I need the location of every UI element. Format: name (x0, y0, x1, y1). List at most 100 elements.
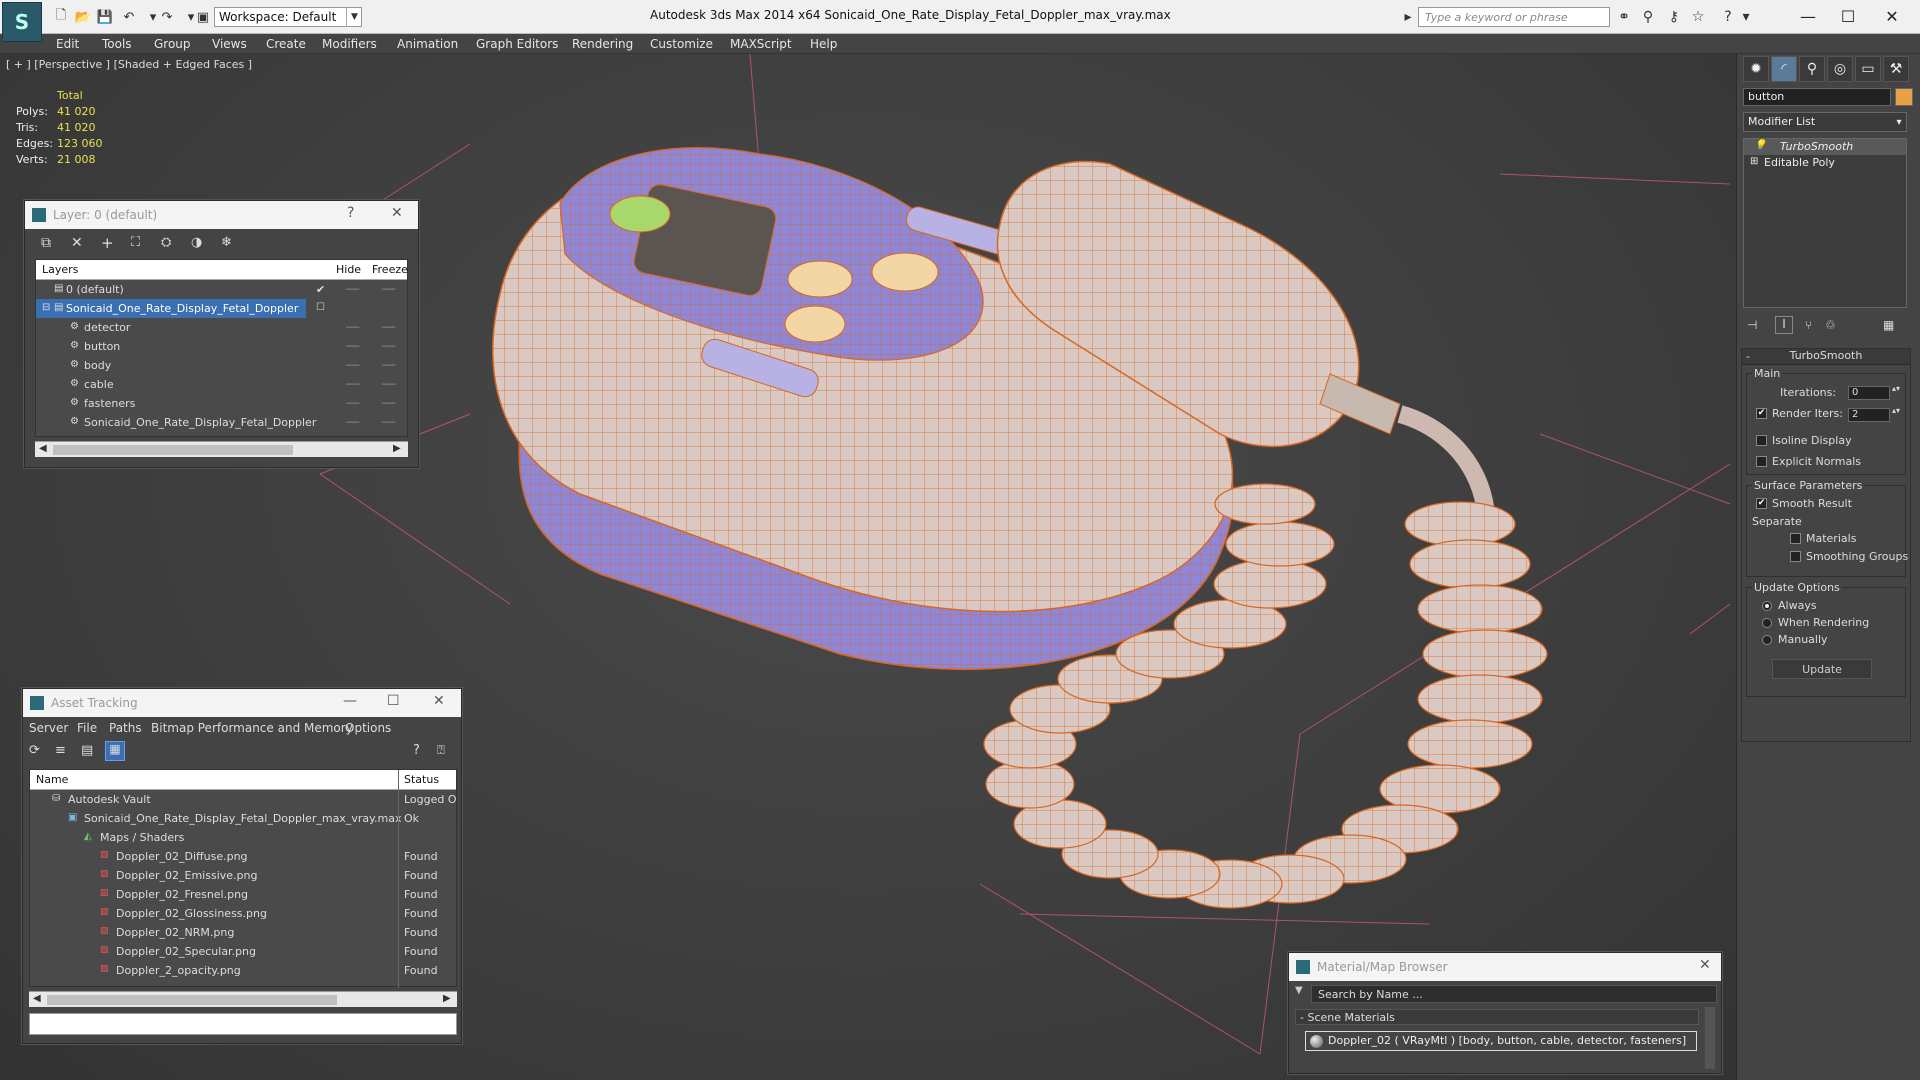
asset-menu-options[interactable]: Options (345, 721, 391, 735)
freeze-toggle[interactable]: ── (382, 340, 395, 353)
configure-sets-icon[interactable]: ▦ (1883, 318, 1894, 332)
menu-customize[interactable]: Customize (650, 37, 713, 51)
asset-path-field[interactable] (29, 1013, 457, 1035)
spinner-arrows-icon[interactable]: ▴▾ (1892, 384, 1900, 393)
menu-edit[interactable]: Edit (56, 37, 79, 51)
freeze-toggle[interactable]: ── (382, 378, 395, 391)
collapse-icon[interactable]: ⊟ (42, 302, 50, 313)
hide-all-icon[interactable]: ◑ (191, 235, 202, 250)
layer-row[interactable]: ⊟ ▤ Sonicaid_One_Rate_Display_Fetal_Dopp… (36, 299, 325, 318)
separate-materials-checkbox[interactable] (1790, 533, 1801, 544)
material-window-titlebar[interactable]: Material/Map Browser ✕ (1289, 953, 1721, 981)
hierarchy-tab-icon[interactable]: ⚲ (1799, 56, 1825, 82)
context-help-icon[interactable]: ⍰ (437, 743, 445, 758)
stack-item-editable-poly[interactable]: ⊞ Editable Poly (1744, 155, 1906, 171)
asset-row[interactable]: ◭ Maps / Shaders (30, 828, 456, 847)
asset-row[interactable]: ▨ Doppler_02_Emissive.png Found (30, 866, 456, 885)
menu-graph-editors[interactable]: Graph Editors (476, 37, 558, 51)
create-layer-icon[interactable]: ⧉ (41, 235, 51, 251)
asset-menu-file[interactable]: File (77, 721, 97, 735)
hide-column-header[interactable]: Hide (336, 263, 361, 276)
smooth-result-checkbox[interactable]: ✔ (1756, 498, 1767, 509)
menu-create[interactable]: Create (266, 37, 306, 51)
asset-row[interactable]: ▨ Doppler_02_Specular.png Found (30, 942, 456, 961)
object-name-field[interactable]: button (1743, 88, 1891, 106)
play-arrow-icon[interactable]: ▸ (1398, 8, 1418, 26)
hide-toggle[interactable]: ── (346, 283, 359, 296)
material-search-input[interactable]: Search by Name ... (1311, 985, 1717, 1003)
menu-maxscript[interactable]: MAXScript (730, 37, 792, 51)
asset-row[interactable]: ▨ Doppler_02_Glossiness.png Found (30, 904, 456, 923)
display-tab-icon[interactable]: ▭ (1855, 56, 1881, 82)
hide-toggle[interactable]: ── (346, 416, 359, 429)
detail-view-icon[interactable]: ▤ (81, 743, 93, 758)
menu-group[interactable]: Group (154, 37, 191, 51)
explicit-normals-checkbox[interactable] (1756, 456, 1767, 467)
undo-icon[interactable]: ↶ (120, 8, 138, 26)
asset-menu-bitmap[interactable]: Bitmap Performance and Memory (151, 721, 353, 735)
hide-toggle[interactable]: ── (346, 321, 359, 334)
layer-object-row[interactable]: ⚙ cable ── ── (36, 375, 407, 394)
close-icon[interactable]: ✕ (391, 205, 403, 221)
layers-column-header[interactable]: Layers (42, 263, 78, 276)
asset-window-titlebar[interactable]: Asset Tracking — ☐ ✕ (23, 689, 461, 717)
project-folder-icon[interactable]: ▣ (194, 8, 212, 26)
search-icon[interactable]: ⚲ (1638, 8, 1658, 26)
create-tab-icon[interactable]: ✹ (1743, 56, 1769, 82)
chevron-down-icon[interactable]: ▼ (346, 7, 362, 27)
remove-modifier-icon[interactable]: ♲ (1825, 318, 1836, 332)
layer-object-row[interactable]: ⚙ Sonicaid_One_Rate_Display_Fetal_Doppler… (36, 413, 407, 432)
asset-row[interactable]: ▣ Sonicaid_One_Rate_Display_Fetal_Doppler… (30, 809, 456, 828)
modify-tab-icon[interactable]: ◜ (1771, 56, 1797, 82)
chevron-down-icon[interactable]: ▾ (1891, 112, 1907, 132)
separate-smoothing-checkbox[interactable] (1790, 551, 1801, 562)
chevron-down-icon[interactable]: ▾ (1736, 8, 1756, 26)
menu-views[interactable]: Views (212, 37, 247, 51)
checkmark-icon[interactable]: ✔ (316, 283, 325, 296)
asset-row[interactable]: ⛁ Autodesk Vault Logged O (30, 790, 457, 809)
hide-toggle[interactable]: ── (346, 397, 359, 410)
binoculars-icon[interactable]: ⚭ (1614, 8, 1634, 26)
menu-animation[interactable]: Animation (397, 37, 458, 51)
save-file-icon[interactable]: 💾 (96, 8, 114, 26)
freeze-column-header[interactable]: Freeze (372, 263, 408, 276)
freeze-toggle[interactable]: ── (382, 283, 395, 296)
hide-toggle[interactable]: ── (346, 340, 359, 353)
render-iters-spinner[interactable]: 2 (1848, 408, 1890, 422)
workspace-select[interactable]: Workspace: Default (214, 7, 362, 27)
set-current-icon[interactable]: ☐ (316, 302, 325, 313)
layer-object-row[interactable]: ⚙ detector ── ── (36, 318, 407, 337)
hide-toggle[interactable]: ── (346, 359, 359, 372)
select-objects-icon[interactable]: ⛶ (131, 235, 140, 250)
motion-tab-icon[interactable]: ◎ (1827, 56, 1853, 82)
maximize-icon[interactable]: ☐ (1828, 4, 1868, 28)
minimize-icon[interactable]: — (1788, 4, 1828, 28)
scroll-thumb[interactable] (53, 445, 293, 455)
iterations-spinner[interactable]: 0 (1848, 386, 1890, 400)
help-icon[interactable]: ? (413, 743, 420, 758)
app-logo-icon[interactable]: S (2, 2, 42, 42)
viewport-label[interactable]: [ + ] [Perspective ] [Shaded + Edged Fac… (6, 58, 252, 71)
key-icon[interactable]: ⚷ (1664, 8, 1684, 26)
hide-toggle[interactable]: ── (346, 378, 359, 391)
asset-list-scrollbar[interactable]: ◀ ▶ (29, 991, 457, 1007)
scroll-thumb[interactable] (47, 995, 337, 1005)
layer-list-scrollbar[interactable]: ◀ ▶ (35, 441, 408, 457)
freeze-all-icon[interactable]: ❄ (221, 235, 232, 250)
freeze-toggle[interactable]: ── (382, 416, 395, 429)
layer-object-row[interactable]: ⚙ fasteners ── ── (36, 394, 407, 413)
make-unique-icon[interactable]: ⑂ (1805, 318, 1812, 332)
layer-window-titlebar[interactable]: Layer: 0 (default) ? ✕ (25, 201, 418, 229)
table-view-icon[interactable]: ▦ (105, 741, 125, 761)
minimize-icon[interactable]: — (343, 693, 357, 709)
close-icon[interactable]: ✕ (1872, 4, 1912, 28)
asset-row[interactable]: ▨ Doppler_02_Diffuse.png Found (30, 847, 456, 866)
help-icon[interactable]: ? (347, 205, 354, 221)
rollout-header[interactable]: - TurboSmooth (1742, 349, 1910, 365)
refresh-icon[interactable]: ⟳ (29, 743, 40, 758)
menu-tools[interactable]: Tools (102, 37, 132, 51)
chevron-down-icon[interactable]: ▼ (1295, 985, 1309, 1001)
redo-icon[interactable]: ↷ (158, 8, 176, 26)
asset-menu-server[interactable]: Server (29, 721, 68, 735)
open-file-icon[interactable]: 📂 (74, 8, 92, 26)
